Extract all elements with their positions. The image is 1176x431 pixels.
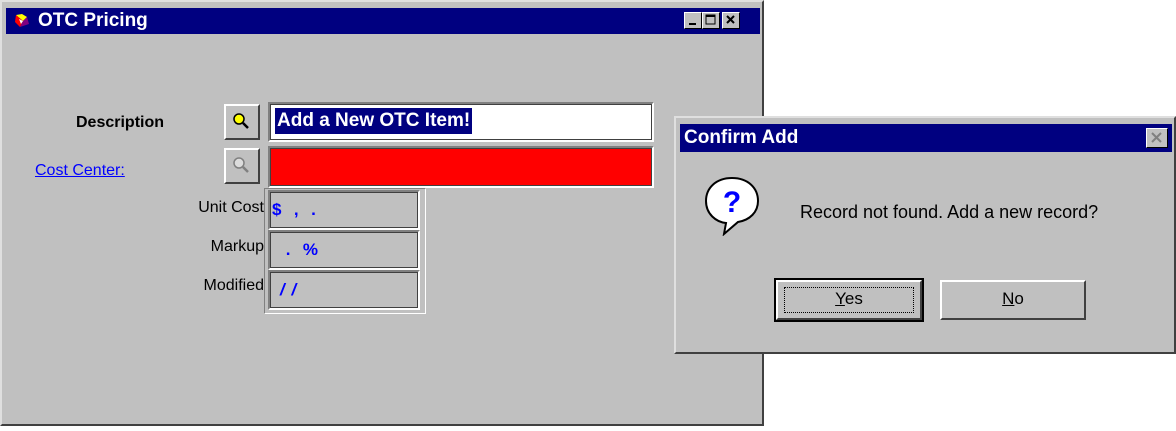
close-button[interactable] [722,12,740,29]
maximize-icon [705,14,716,25]
unit-cost-label: Unit Cost [198,199,264,216]
minimize-button[interactable] [684,12,702,29]
dialog-close-button[interactable] [1146,128,1168,148]
dialog-title-bar[interactable]: Confirm Add [680,124,1172,152]
app-icon [15,14,29,27]
no-button[interactable]: No [940,280,1086,320]
confirm-add-dialog: Confirm Add ? Record not found. Add a ne… [674,116,1176,354]
svg-text:?: ? [723,186,741,219]
minimize-icon [689,23,696,25]
dialog-message: Record not found. Add a new record? [800,202,1099,222]
focus-rectangle [784,287,914,313]
magnifier-icon [233,157,249,173]
close-icon [1151,132,1162,143]
cost-center-lookup-button[interactable] [224,148,260,184]
markup-label: Markup [210,238,264,255]
no-mnemonic: N [1002,289,1015,308]
cost-center-field[interactable] [268,146,654,188]
window-title: OTC Pricing [38,10,148,31]
markup-value: . % [280,240,320,259]
description-lookup-button[interactable] [224,104,260,140]
close-icon [726,15,735,24]
otc-pricing-window: OTC Pricing Description Add a New OTC It… [0,0,764,426]
no-label-rest: o [1014,289,1024,308]
markup-field[interactable]: . % [268,230,420,270]
modified-field[interactable]: / / [268,270,420,310]
yes-button[interactable]: Yes [774,278,924,322]
description-selected-text: Add a New OTC Item! [275,108,473,134]
title-bar[interactable]: OTC Pricing [6,8,760,34]
description-field[interactable]: Add a New OTC Item! [268,102,654,142]
maximize-button[interactable] [702,12,720,29]
cost-center-link[interactable]: Cost Center: [35,162,125,180]
dialog-title: Confirm Add [684,127,799,148]
magnifier-icon [233,113,249,129]
question-icon: ? [704,176,760,236]
unit-cost-value: $ , . [272,200,317,219]
modified-label: Modified [203,277,264,294]
modified-value: / / [280,280,298,299]
description-label: Description [76,114,165,131]
unit-cost-field[interactable]: $ , . [268,190,420,230]
